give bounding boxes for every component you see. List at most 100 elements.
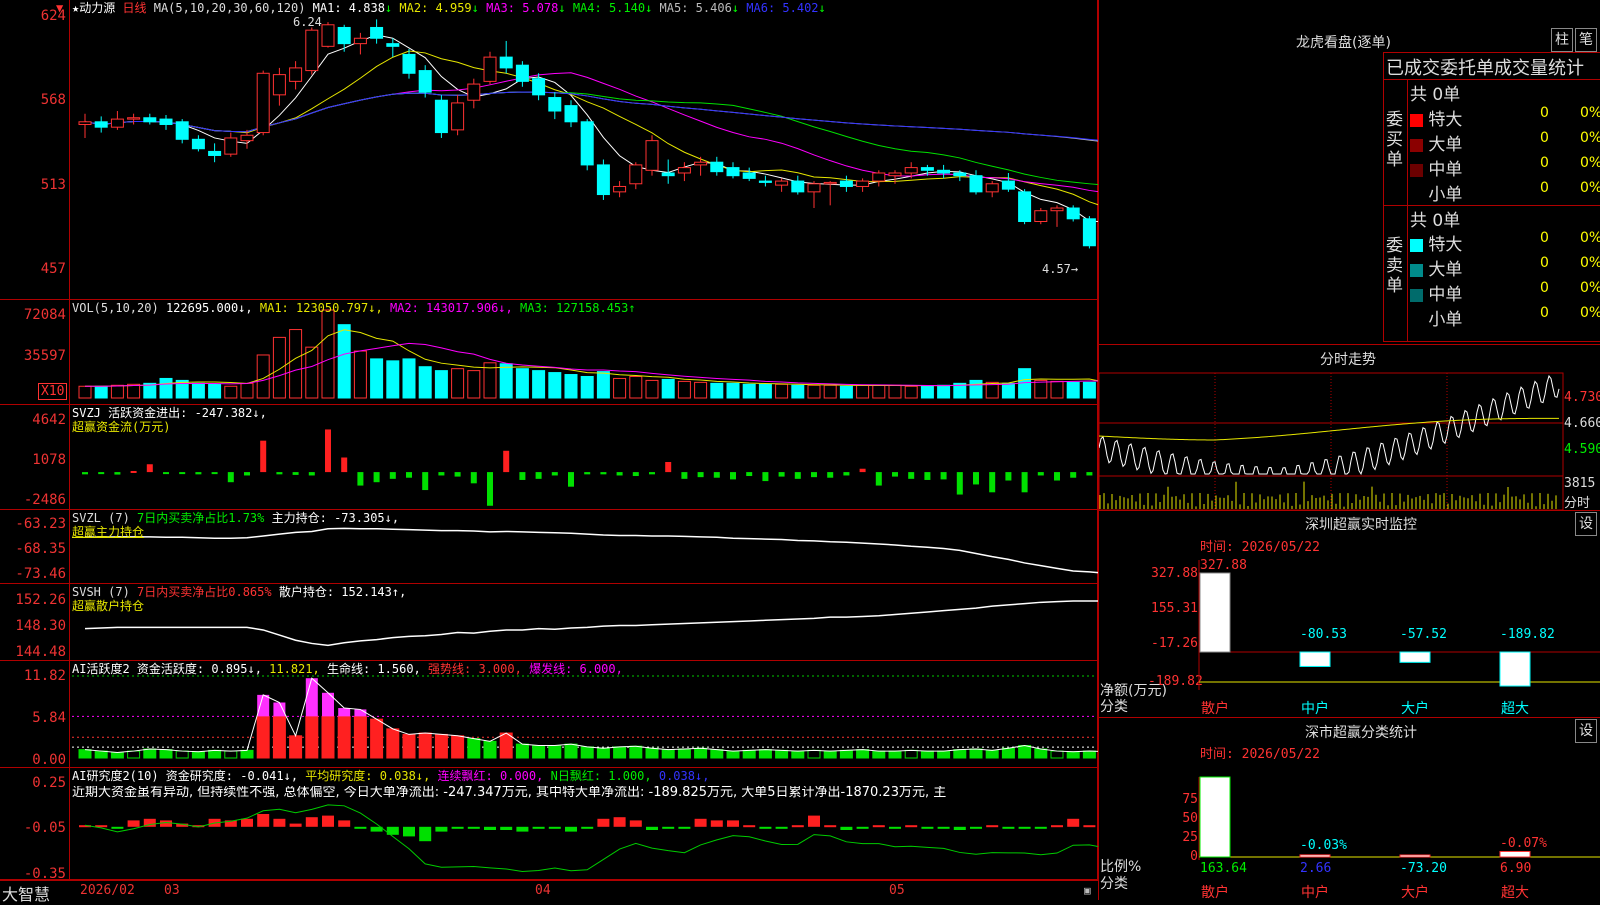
fund-flow-bar [438,472,445,476]
candle [515,64,529,82]
volume-bar [823,384,837,399]
research-bar [581,826,594,829]
volume-bar [888,384,902,399]
period-label[interactable]: 日线 [122,1,146,15]
activity-bar [742,749,756,759]
main-header: ★动力源 日线 MA(5,10,20,30,60,120) MA1: 4.838… [72,1,826,15]
volume-bar [159,377,173,399]
candle [710,161,724,173]
fund-flow-bar [308,472,315,476]
candle [807,183,821,193]
candle [1018,191,1032,222]
research-bar [678,826,691,829]
volume-bar [645,379,659,399]
activity-bar [677,748,691,759]
research-bar [127,820,140,827]
activity-bar [78,749,92,759]
fund-flow-bar [179,472,186,475]
candle [289,67,303,82]
research-bar [791,825,804,828]
research-bar [257,814,270,827]
sz-class-bar [1299,854,1331,858]
candle [1066,207,1080,220]
candle [920,167,934,171]
volume-bar [969,379,983,399]
candle [256,72,270,134]
lock-icon[interactable]: ▣ [1084,884,1091,897]
candle [596,164,610,196]
activity-bar [305,715,319,759]
activity-bar [402,733,416,759]
candle [321,24,335,47]
ai-active-y-label: 11.82 [23,668,66,684]
fund-flow-bar [325,429,331,473]
intraday-frame [1099,372,1564,511]
volume-bar [94,385,108,399]
research-bar [921,826,934,829]
fund-flow-bar [227,472,234,483]
candle [548,97,562,112]
volume-bar [807,384,821,399]
activity-bar [694,747,708,759]
volume-bar [321,309,335,399]
volume-bar [402,358,416,399]
candle [434,99,448,134]
volume-bar [742,383,756,399]
research-bar [872,825,885,828]
stock-name[interactable]: ★动力源 [72,1,115,15]
research-bar [1067,818,1080,827]
candle [143,117,157,123]
research-bar [662,826,675,829]
volume-bar [208,383,222,399]
fund-flow-bar [454,472,461,477]
fund-flow-bar [357,472,364,486]
activity-bar [337,715,351,759]
research-bar [241,818,253,827]
research-bar [743,825,756,828]
settings-arrow-icon[interactable]: ▼ [56,1,63,15]
volume-bar [1001,382,1015,399]
research-bar [435,826,448,832]
candle [613,185,627,193]
sz-monitor-bar [1199,572,1231,653]
research-bar [403,826,415,837]
activity-bar [353,715,367,759]
ai-research-header: AI研究度2(10) 资金研究度: -0.041↓, 平均研究度: 0.038↓… [72,769,710,783]
volume-bar [775,383,789,399]
ma1-value: MA1: 4.838↓ [312,1,393,15]
volume-bar [305,346,319,399]
activity-bar [224,750,238,759]
vol-header: VOL(5,10,20) 122695.000↓, MA1: 123050.79… [72,301,636,315]
activity-bar [856,749,870,759]
activity-bar [758,749,772,759]
volume-bar [580,375,594,399]
low-price-label: 4.57→ [1042,262,1079,276]
research-bar [467,826,480,829]
candle [758,180,772,183]
fund-flow-bar [292,472,299,475]
ai-active-y-label: 5.84 [32,710,66,726]
research-avg-line [84,804,1098,873]
activity-bar [920,750,934,759]
research-bar [856,826,869,829]
fund-flow-bar [260,440,267,473]
volume-bar [451,368,465,399]
volume-bar [1050,380,1064,399]
volume-bar [240,382,254,399]
volume-bar [1066,381,1080,399]
svzj-subtitle: 超赢资金流(万元) [72,420,171,434]
research-bar [516,826,529,832]
fund-flow-bar [584,472,591,475]
research-bar [322,815,334,827]
candle [775,180,789,186]
fund-flow-bar [568,472,574,487]
candle [467,83,481,101]
activity-bar [1066,751,1080,759]
research-bar [451,826,464,829]
candle [272,74,286,96]
vol-y-label: 35597 [23,348,66,364]
research-bar [613,817,626,827]
candle [1050,207,1064,212]
fund-flow-bar [130,470,137,473]
fund-flow-bar [632,472,639,477]
